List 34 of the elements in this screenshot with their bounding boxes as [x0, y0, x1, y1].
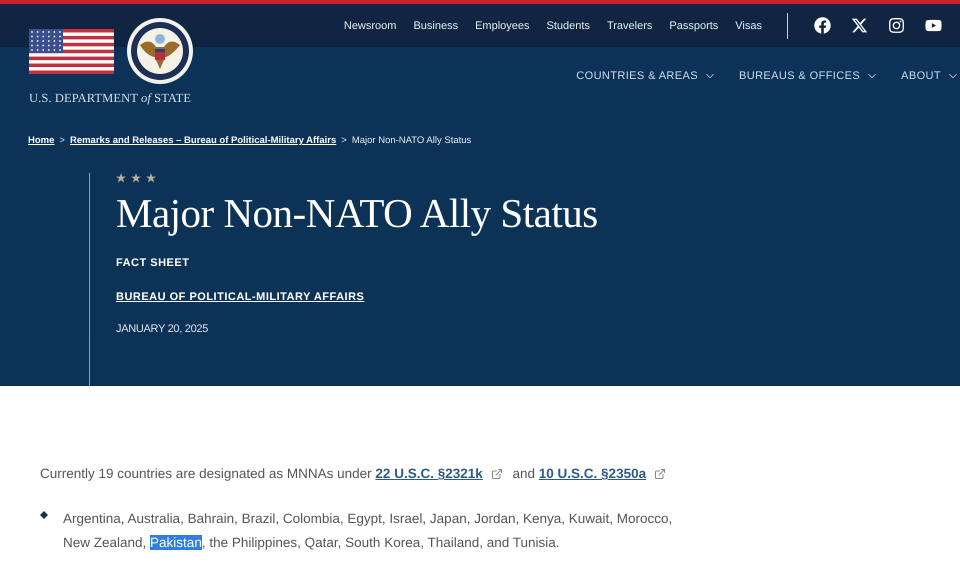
content-type: FACT SHEET: [116, 257, 190, 269]
nav-menu-item[interactable]: ABOUT: [901, 69, 960, 83]
external-link-icon: [490, 468, 503, 480]
flag-icon: [29, 28, 114, 74]
utility-link[interactable]: Newsroom: [344, 20, 396, 32]
external-link-icon: [654, 468, 666, 480]
seal-drawing: [126, 17, 194, 85]
country-list-item: Argentina, Australia, Bahrain, Brazil, Colombia, Egypt, Israel, Japan, Jordan, Kenya, Kuwait, Morocco, New Zealand, Pakistan, the Philippines, Qatar, South Korea, Thailand, and Tunisia.: [63, 510, 674, 552]
breadcrumb-separator: >: [59, 135, 65, 146]
breadcrumb-link[interactable]: Home: [28, 135, 54, 146]
utility-link[interactable]: Students: [546, 20, 590, 32]
statute-link[interactable]: 10 U.S.C. §2350a: [538, 466, 646, 481]
breadcrumb-separator: >: [341, 135, 347, 146]
utility-link[interactable]: Travelers: [606, 20, 652, 32]
breadcrumb-current: Major Non-NATO Ally Status: [352, 135, 472, 146]
page-title: Major Non-NATO Ally Status: [116, 189, 598, 237]
x-icon[interactable]: [851, 17, 868, 34]
youtube-icon[interactable]: [925, 17, 942, 34]
intro-paragraph: Currently 19 countries are designated as MNNAs under 22 U.S.C. §2321k and 10 U.S.C. §2350a: [40, 466, 960, 481]
utility-link[interactable]: Employees: [475, 20, 530, 32]
stars-icon: [116, 173, 158, 183]
bureau-link[interactable]: BUREAU OF POLITICAL-MILITARY AFFAIRS: [116, 291, 364, 303]
nav-menu-item[interactable]: COUNTRIES & AREAS: [576, 69, 717, 83]
utility-link[interactable]: Business: [413, 20, 458, 32]
utility-link[interactable]: Visas: [735, 20, 762, 32]
breadcrumb-link[interactable]: Remarks and Releases – Bureau of Political-Military Affairs: [70, 135, 336, 146]
nav-menu-item[interactable]: BUREAUS & OFFICES: [738, 69, 880, 83]
bullet-icon: [40, 511, 48, 519]
instagram-icon[interactable]: [888, 17, 905, 34]
statute-link[interactable]: 22 U.S.C. §2321k: [375, 466, 483, 481]
agency-name[interactable]: U.S. DEPARTMENT of STATE: [29, 91, 194, 106]
facebook-icon[interactable]: [814, 17, 831, 34]
utility-link[interactable]: Passports: [669, 20, 718, 32]
publish-date: JANUARY 20, 2025: [116, 323, 210, 335]
